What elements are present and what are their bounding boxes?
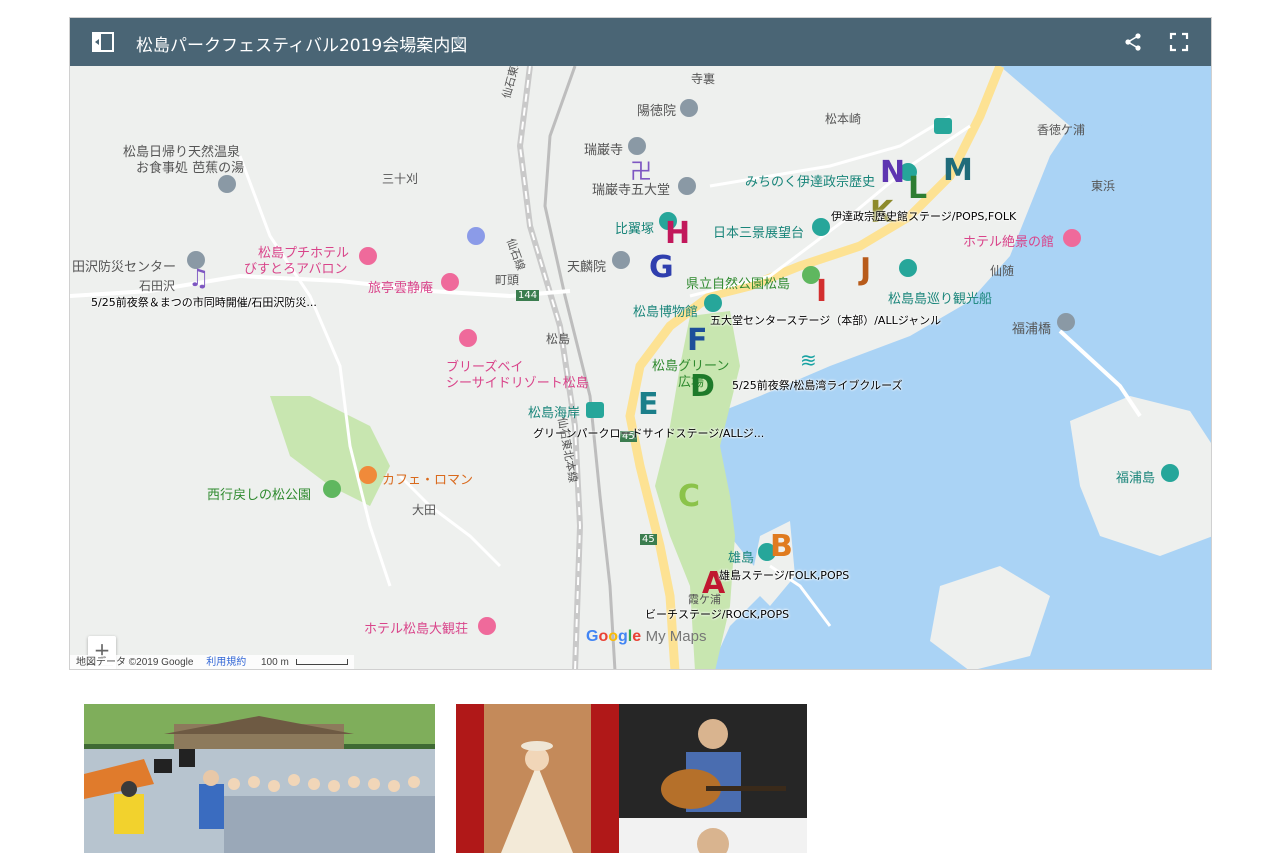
star-icon[interactable]: ★: [452, 33, 465, 49]
place-label: 松島: [546, 332, 571, 346]
stage-label: ビーチステージ/ROCK,POPS: [645, 608, 790, 621]
place-label: 県立自然公園松島: [686, 277, 791, 292]
side-panel-icon[interactable]: [92, 32, 114, 52]
stage-label: 雄島ステージ/FOLK,POPS: [719, 569, 850, 582]
scale-bar: [295, 659, 348, 666]
stage-marker-f[interactable]: F: [687, 326, 708, 356]
stage-label: 5/25前夜祭/松島湾ライブクルーズ: [732, 379, 903, 392]
place-label: 松本崎: [825, 112, 862, 126]
stage-label: グリーンパークロードサイドステージ/ALLジ...: [533, 427, 765, 440]
place-label: 田沢防災センター: [72, 260, 177, 275]
place-label: 天麟院: [567, 260, 607, 275]
stage-label: 伊達政宗歴史館ステージ/POPS,FOLK: [831, 210, 1017, 223]
festival-photo-crowd: [84, 704, 435, 853]
place-label: 大田: [412, 503, 437, 517]
place-label: 香徳ケ浦: [1037, 123, 1086, 137]
map-embed[interactable]: 松島パークフェスティバル2019会場案内図 ★ 寺裏 陽徳院 松本崎 香徳ケ浦 …: [69, 17, 1212, 670]
stage-marker-n[interactable]: N: [880, 158, 905, 188]
place-label: みちのく伊達政宗歴史: [745, 175, 876, 190]
attribution-bar: 地図データ ©2019 Google 利用規約 100 m: [70, 655, 354, 669]
terms-link[interactable]: 利用規約: [206, 657, 246, 668]
stage-marker-i[interactable]: I: [816, 277, 827, 307]
map-data-credit: 地図データ ©2019 Google: [76, 657, 194, 668]
place-label: 福浦島: [1116, 471, 1156, 486]
stage-marker-d[interactable]: D: [690, 372, 715, 402]
place-label: 石田沢: [139, 279, 176, 293]
map-title: 松島パークフェスティバル2019会場案内図: [136, 36, 468, 56]
place-label: 仙随: [990, 264, 1015, 278]
stage-marker-h[interactable]: H: [665, 219, 690, 249]
music-note-icon[interactable]: ♫: [188, 264, 210, 292]
stage-marker-m[interactable]: M: [943, 156, 973, 186]
place-label: 寺裏: [691, 72, 716, 86]
place-label: 雄島: [728, 551, 755, 566]
festival-photo-performers: [456, 704, 807, 853]
wave-icon[interactable]: ≋: [800, 348, 817, 372]
place-label: 陽徳院: [637, 104, 677, 119]
scale-label: 100 m: [260, 657, 289, 668]
stage-marker-b[interactable]: B: [770, 532, 793, 562]
place-label: ホテル松島大観荘: [364, 622, 469, 637]
route-shield: 144: [516, 290, 540, 301]
map-header: 松島パークフェスティバル2019会場案内図 ★: [70, 18, 1211, 66]
place-label: カフェ・ロマン: [382, 473, 474, 488]
fullscreen-icon[interactable]: [1169, 32, 1189, 52]
place-label: 東浜: [1091, 179, 1116, 193]
place-label: 松島島巡り観光船: [888, 292, 993, 307]
stage-marker-e[interactable]: E: [638, 390, 659, 420]
stage-marker-j[interactable]: J: [860, 255, 871, 285]
place-label: 旅亭雲静庵: [368, 281, 434, 296]
place-label: 西行戻しの松公園: [207, 488, 312, 503]
map-canvas[interactable]: 寺裏 陽徳院 松本崎 香徳ケ浦 松島日帰り天然温泉 お食事処 芭蕉の湯 三十刈 …: [70, 22, 1211, 669]
mymaps-label: My Maps: [645, 628, 707, 645]
stage-marker-l[interactable]: L: [908, 174, 927, 204]
place-label: ホテル絶景の館: [963, 235, 1055, 250]
place-label: 福浦橋: [1012, 322, 1052, 337]
route-shield: 45: [640, 534, 657, 545]
share-icon[interactable]: [1123, 32, 1143, 52]
place-label: シーサイドリゾート松島: [446, 376, 589, 391]
stage-label: 5/25前夜祭＆まつの市同時開催/石田沢防災...: [91, 296, 317, 309]
place-label: 瑞巌寺: [584, 143, 624, 158]
place-label: 比翼塚: [615, 222, 655, 237]
place-label: 日本三景展望台: [713, 226, 805, 241]
place-label: お食事処 芭蕉の湯: [136, 161, 245, 176]
temple-icon[interactable]: 卍: [630, 154, 652, 186]
place-label: 松島博物館: [633, 305, 699, 320]
place-label: 三十刈: [382, 172, 419, 186]
place-label: 町頭: [495, 273, 520, 287]
google-mymaps-logo: Google My Maps: [586, 628, 707, 645]
stage-label: 五大堂センターステージ（本部）/ALLジャンル: [710, 314, 942, 327]
stage-marker-c[interactable]: C: [678, 482, 700, 512]
place-label: びすとろアバロン: [244, 262, 348, 277]
stage-marker-g[interactable]: G: [649, 253, 674, 283]
